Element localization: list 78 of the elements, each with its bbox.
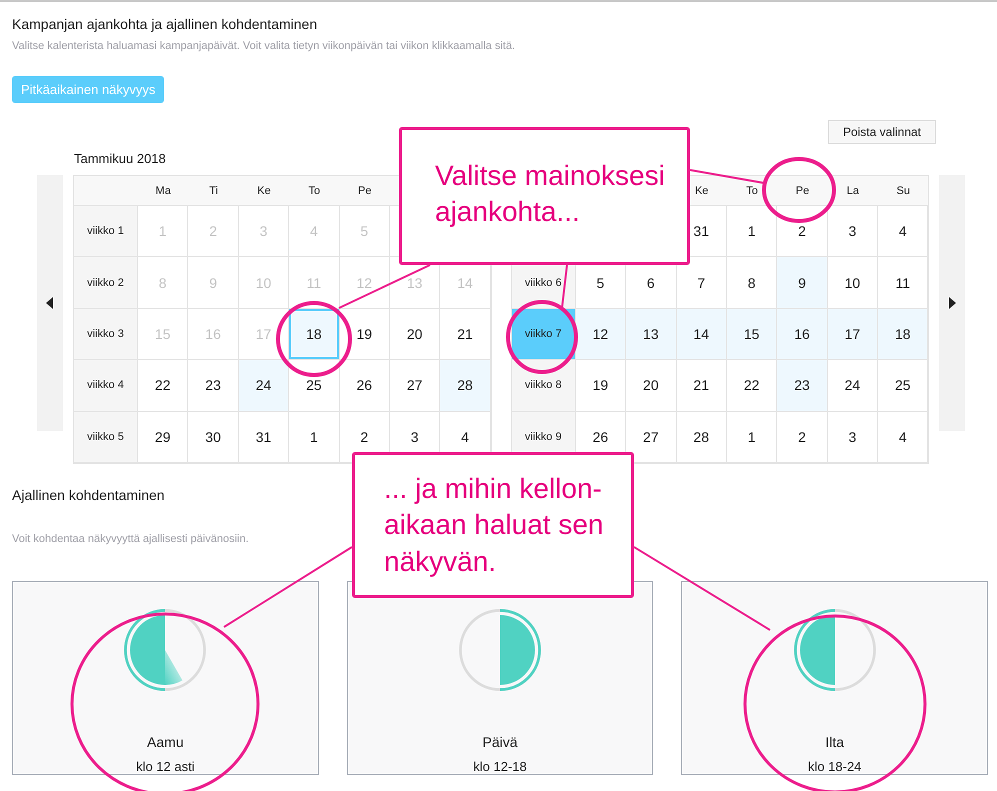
day-cell[interactable]: 1 [726, 412, 778, 463]
day-cell[interactable]: 22 [726, 360, 778, 412]
day-cell[interactable]: 1 [726, 206, 778, 258]
day-cell[interactable]: 20 [626, 360, 677, 412]
day-cell[interactable]: 28 [440, 360, 491, 412]
weekday-header[interactable]: Ke [238, 176, 290, 206]
month-title: Tammikuu 2018 [74, 150, 166, 166]
section-title: Kampanjan ajankohta ja ajallinen kohdentaminen [12, 16, 318, 32]
day-cell[interactable]: 3 [828, 412, 878, 463]
day-cell[interactable]: 30 [188, 412, 239, 463]
callout-tooltip: Valitse mainoksesi ajankohta... [399, 127, 690, 265]
weekday-header[interactable]: Su [878, 176, 928, 206]
slot-hours: klo 12 asti [136, 758, 195, 774]
day-cell[interactable]: 13 [626, 308, 677, 360]
day-cell[interactable]: 4 [878, 412, 928, 463]
day-cell[interactable]: 15 [726, 308, 778, 360]
day-cell[interactable]: 9 [777, 257, 828, 309]
day-cell[interactable]: 25 [878, 360, 928, 412]
day-cell[interactable]: 4 [878, 206, 928, 258]
week-label[interactable]: viikko 7 [512, 308, 576, 360]
day-cell[interactable]: 25 [289, 360, 340, 412]
day-cell[interactable]: 24 [828, 360, 878, 412]
day-cell[interactable]: 24 [238, 360, 290, 412]
day-cell[interactable]: 28 [676, 412, 727, 463]
week-label[interactable]: viikko 5 [74, 412, 138, 463]
time-slot-card[interactable]: Päivä klo 12-18 [346, 580, 654, 775]
left-arrow-icon [46, 297, 54, 309]
time-slot-card[interactable]: Ilta klo 18-24 [681, 580, 988, 775]
day-cell[interactable]: 29 [138, 412, 188, 463]
day-cell[interactable]: 17 [828, 308, 878, 360]
section-description: Voit kohdentaa näkyvyyttä ajallisesti päivänosiin. [12, 532, 249, 545]
section-title: Ajallinen kohdentaminen [12, 486, 165, 503]
clear-selections-button[interactable]: Poista valinnat [828, 120, 936, 144]
weekday-header[interactable]: Pe [777, 176, 828, 206]
slot-name: Päivä [482, 734, 518, 750]
week-label[interactable]: viikko 2 [74, 257, 138, 309]
day-cell[interactable]: 7 [676, 257, 727, 309]
section-description: Valitse kalenterista haluamasi kampanjapäivät. Voit valita tietyn viikonpäivän tai viikon klikkaamalla sitä. [12, 40, 515, 52]
day-cell[interactable]: 18 [878, 308, 928, 360]
callout-tooltip: ... ja mihin kellon-aikaan haluat sen näkyvän. [352, 452, 634, 598]
day-cell[interactable]: 1 [289, 412, 340, 463]
slot-hours: klo 18-24 [808, 758, 862, 774]
weekday-header[interactable]: La [828, 176, 878, 206]
day-cell[interactable]: 10 [828, 257, 878, 309]
time-slot-card[interactable]: Aamu klo 12 asti [12, 580, 319, 775]
day-cell[interactable]: 16 [777, 308, 828, 360]
day-cell[interactable]: 11 [878, 257, 928, 309]
slot-name: Ilta [825, 734, 844, 750]
day-cell[interactable]: 20 [390, 308, 440, 360]
day-cell[interactable]: 19 [576, 360, 626, 412]
day-cell[interactable]: 18 [289, 308, 340, 360]
previous-month-button[interactable] [37, 175, 63, 431]
day-cell[interactable]: 23 [777, 360, 828, 412]
next-month-button[interactable] [939, 175, 966, 431]
day-cell[interactable]: 31 [238, 412, 290, 463]
day-cell[interactable]: 2 [777, 412, 828, 463]
day-cell[interactable]: 21 [676, 360, 727, 412]
day-cell[interactable]: 14 [676, 308, 727, 360]
week-label[interactable]: viikko 3 [74, 308, 138, 360]
day-cell[interactable]: 12 [576, 308, 626, 360]
day-cell[interactable]: 27 [390, 360, 440, 412]
day-cell[interactable]: 22 [138, 360, 188, 412]
weekday-header[interactable]: Ti [188, 176, 239, 206]
week-label[interactable]: viikko 4 [74, 360, 138, 412]
day-cell[interactable]: 21 [440, 308, 491, 360]
weekday-header[interactable]: Pe [340, 176, 390, 206]
week-label[interactable]: viikko 1 [74, 206, 138, 258]
weekday-header[interactable]: Ma [138, 176, 188, 206]
weekday-header[interactable]: To [289, 176, 340, 206]
day-cell[interactable]: 27 [626, 412, 677, 463]
day-cell[interactable]: 26 [340, 360, 390, 412]
slot-name: Aamu [147, 734, 184, 750]
week-label[interactable]: viikko 8 [512, 360, 576, 412]
day-cell[interactable]: 3 [828, 206, 878, 258]
day-cell[interactable]: 8 [726, 257, 778, 309]
right-arrow-icon [948, 297, 956, 309]
day-cell[interactable]: 23 [188, 360, 239, 412]
slot-hours: klo 12-18 [473, 758, 527, 774]
